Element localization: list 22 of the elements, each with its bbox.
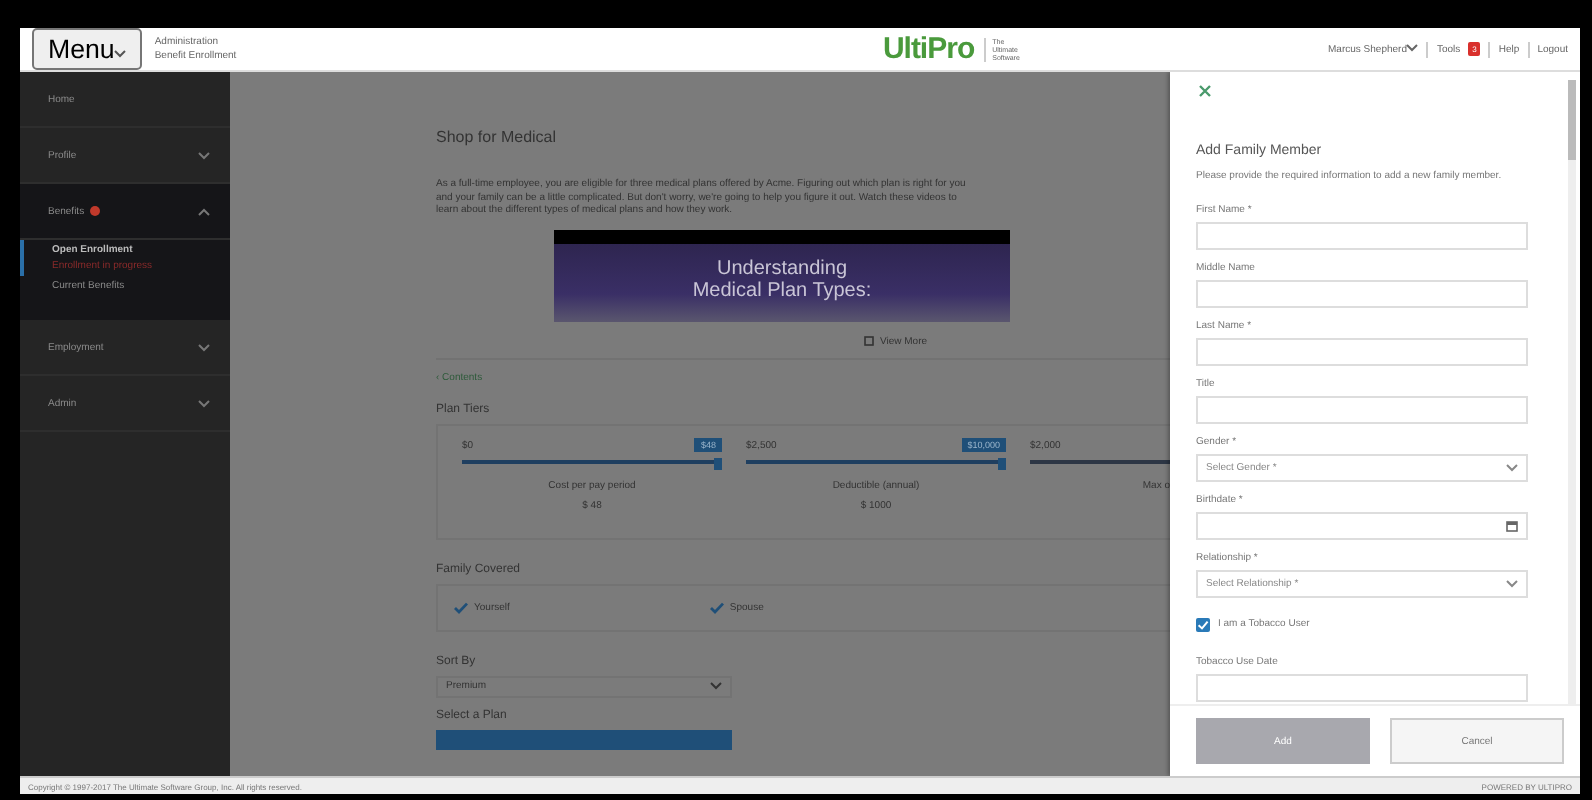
chevron-down-icon	[114, 50, 127, 58]
checkbox[interactable]	[1196, 617, 1210, 631]
menu-button[interactable]: Menu	[32, 28, 143, 70]
text-field[interactable]	[1196, 279, 1528, 307]
chevron-down-icon	[710, 682, 722, 690]
chevron-down-icon	[1506, 579, 1518, 587]
chevron-down-icon	[1406, 43, 1419, 51]
logo: UltiPro	[882, 32, 975, 66]
text-field[interactable]	[1196, 395, 1528, 423]
slider-thumb[interactable]	[714, 457, 722, 469]
date-field[interactable]	[1196, 511, 1528, 539]
video-thumbnail[interactable]: Understanding Medical Plan Types:	[554, 229, 1010, 321]
calendar-icon[interactable]	[1506, 519, 1518, 531]
slider-thumb[interactable]	[998, 457, 1006, 469]
checkmark-icon[interactable]	[454, 601, 468, 613]
close-button[interactable]	[1196, 84, 1212, 100]
chevron-down-icon	[1506, 463, 1518, 471]
text-field[interactable]	[1196, 337, 1528, 365]
text-field[interactable]	[1196, 221, 1528, 249]
text-field[interactable]	[1196, 673, 1528, 701]
checkmark-icon[interactable]	[709, 601, 724, 613]
page-title: Shop for Medical	[436, 128, 559, 146]
